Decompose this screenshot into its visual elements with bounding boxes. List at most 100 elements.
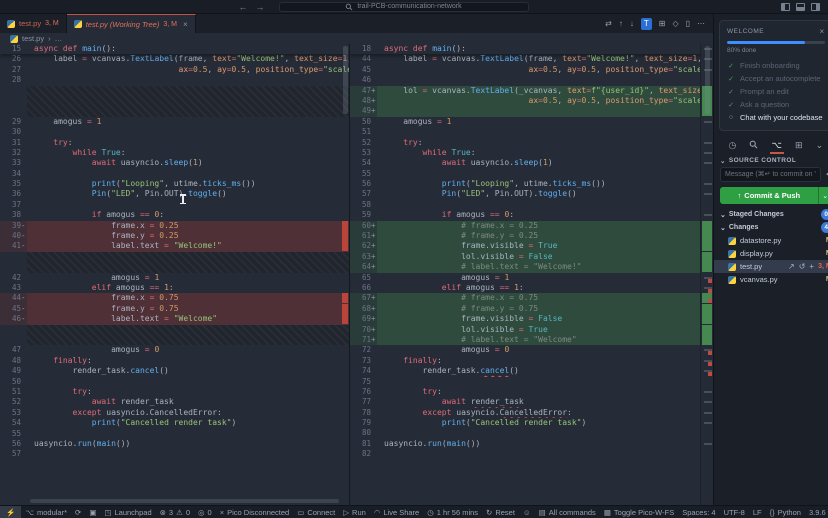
code-line[interactable]: 69+ frame.visible = False bbox=[350, 314, 713, 324]
problems-item[interactable]: ⊗3⚠0 bbox=[156, 506, 194, 518]
line-number[interactable]: 73 bbox=[350, 356, 377, 366]
chevron-down-icon[interactable]: ⌄ bbox=[813, 138, 827, 153]
line-number[interactable]: 55 bbox=[350, 169, 377, 179]
line-number[interactable]: 80 bbox=[350, 428, 377, 438]
code-text[interactable]: frame.y = 0.25 bbox=[27, 231, 349, 241]
code-line[interactable]: 32 while True: bbox=[0, 148, 349, 158]
command-center-search[interactable]: trail-PCB-communication-network bbox=[279, 2, 529, 12]
code-line[interactable]: 81uasyncio.run(main()) bbox=[350, 439, 713, 449]
code-text[interactable] bbox=[27, 75, 349, 85]
close-icon[interactable]: × bbox=[183, 20, 188, 29]
code-text[interactable]: ax=0.5, ay=0.5, position_type="scale", x… bbox=[377, 65, 713, 75]
line-number[interactable]: 70+ bbox=[350, 325, 377, 335]
spaces-item[interactable]: Spaces: 4 bbox=[678, 506, 719, 518]
code-text[interactable]: async def main(): bbox=[377, 44, 713, 54]
code-line[interactable]: 47+ lol = vcanvas.TextLabel(_vcanvas, te… bbox=[350, 86, 713, 96]
line-number[interactable]: 46- bbox=[0, 314, 27, 324]
code-line[interactable]: 57 Pin("LED", Pin.OUT).toggle() bbox=[350, 189, 713, 199]
code-text[interactable]: print("Looping", utime.ticks_ms()) bbox=[377, 179, 713, 189]
code-text[interactable]: try: bbox=[377, 387, 713, 397]
line-number[interactable]: 57 bbox=[0, 449, 27, 459]
line-number[interactable]: 61+ bbox=[350, 231, 377, 241]
editor-tab[interactable]: test.py 3, M bbox=[0, 14, 67, 33]
line-number[interactable]: 41- bbox=[0, 241, 27, 251]
previous-change-icon[interactable]: ↑ bbox=[619, 18, 623, 30]
code-line[interactable]: 39- frame.x = 0.25 bbox=[0, 221, 349, 231]
scm-group-staged-changes[interactable]: ⌄ Staged Changes 0 bbox=[714, 208, 828, 221]
vertical-scrollbar-right[interactable] bbox=[705, 46, 710, 114]
code-line[interactable]: 18async def main(): bbox=[350, 44, 713, 54]
welcome-checklist-item[interactable]: ○ Chat with your codebase bbox=[727, 111, 825, 124]
code-line[interactable]: 73 finally: bbox=[350, 356, 713, 366]
line-number[interactable]: 72 bbox=[350, 345, 377, 355]
scm-group-changes[interactable]: ⌄ Changes 4 bbox=[714, 221, 828, 234]
inline-view-toggle-icon[interactable]: T bbox=[641, 18, 652, 30]
line-number[interactable]: 49+ bbox=[350, 106, 377, 116]
code-text[interactable]: Pin("LED", Pin.OUT).toggle() bbox=[377, 189, 713, 199]
line-number[interactable]: 65 bbox=[350, 273, 377, 283]
line-number[interactable]: 42 bbox=[0, 273, 27, 283]
code-text[interactable]: finally: bbox=[377, 356, 713, 366]
code-line[interactable]: 56uasyncio.run(main()) bbox=[0, 439, 349, 449]
more-actions-icon[interactable]: ⋯ bbox=[697, 18, 705, 30]
commit-options-chevron-icon[interactable]: ⌄ bbox=[818, 187, 828, 204]
line-number[interactable]: 48 bbox=[0, 356, 27, 366]
code-text[interactable]: await render_task bbox=[27, 397, 349, 407]
next-change-icon[interactable]: ↓ bbox=[630, 18, 634, 30]
source-control-icon[interactable]: ⌥ bbox=[769, 138, 785, 153]
pico-connect-item[interactable]: ▭Connect bbox=[293, 506, 339, 518]
line-number[interactable]: 18 bbox=[350, 44, 377, 54]
code-text[interactable]: label = vcanvas.TextLabel(frame, text="W… bbox=[377, 54, 713, 64]
remote-indicator[interactable]: ⚡ bbox=[0, 506, 21, 518]
extensions-icon[interactable]: ⊞ bbox=[792, 138, 806, 153]
welcome-checklist-item[interactable]: ✓ Prompt an edit bbox=[727, 85, 825, 98]
git-branch-item[interactable]: ⌥modular* bbox=[21, 506, 71, 518]
breadcrumb-more[interactable]: … bbox=[55, 34, 63, 43]
code-line[interactable]: 74 render_task.cancel() bbox=[350, 366, 713, 376]
line-number[interactable]: 54 bbox=[0, 418, 27, 428]
code-line[interactable]: 77 await render_task bbox=[350, 397, 713, 407]
code-line[interactable]: 63+ lol.visible = False bbox=[350, 252, 713, 262]
code-line[interactable]: 46 bbox=[350, 75, 713, 85]
code-line[interactable]: 49 render_task.cancel() bbox=[0, 366, 349, 376]
code-line[interactable]: 44 label = vcanvas.TextLabel(frame, text… bbox=[350, 54, 713, 64]
code-line[interactable]: 34 bbox=[0, 169, 349, 179]
code-line[interactable]: 51 bbox=[350, 127, 713, 137]
code-line[interactable]: 60+ # frame.x = 0.25 bbox=[350, 221, 713, 231]
compare-icon[interactable]: ⊞ bbox=[659, 18, 666, 30]
pico-board-icon[interactable]: ▣ bbox=[85, 506, 100, 518]
line-number[interactable]: 47 bbox=[0, 345, 27, 355]
pico-connection-item[interactable]: ×Pico Disconnected bbox=[216, 506, 294, 518]
scm-file-row[interactable]: display.py M bbox=[714, 247, 828, 260]
code-line[interactable]: 55 bbox=[0, 429, 349, 439]
breadcrumb[interactable]: test.py › … bbox=[0, 33, 713, 44]
code-line[interactable]: 31 try: bbox=[0, 138, 349, 148]
code-line[interactable]: 45- frame.y = 0.75 bbox=[0, 304, 349, 314]
code-text[interactable]: # frame.y = 0.75 bbox=[377, 304, 713, 314]
commit-message-input[interactable] bbox=[720, 167, 821, 182]
code-text[interactable]: print("Looping", utime.ticks_ms()) bbox=[27, 179, 349, 189]
line-number[interactable]: 48+ bbox=[350, 96, 377, 106]
code-text[interactable]: # frame.y = 0.25 bbox=[377, 231, 713, 241]
code-line[interactable]: 49+ bbox=[350, 106, 713, 116]
code-text[interactable] bbox=[377, 377, 713, 387]
line-number[interactable]: 55 bbox=[0, 429, 27, 439]
line-number[interactable]: 67+ bbox=[350, 293, 377, 303]
code-text[interactable]: while True: bbox=[377, 148, 713, 158]
line-number[interactable]: 53 bbox=[0, 408, 27, 418]
code-text[interactable]: try: bbox=[377, 138, 713, 148]
code-line[interactable]: 80 bbox=[350, 428, 713, 438]
split-editor-icon[interactable]: ▯ bbox=[686, 18, 690, 30]
code-text[interactable]: label.text = "Welcome!" bbox=[27, 241, 349, 251]
welcome-checklist-item[interactable]: ✓ Finish onboarding bbox=[727, 59, 825, 72]
code-line[interactable]: 41- label.text = "Welcome!" bbox=[0, 241, 349, 251]
code-line[interactable]: 28 bbox=[0, 75, 349, 85]
code-line[interactable]: 75 bbox=[350, 377, 713, 387]
code-text[interactable]: uasyncio.run(main()) bbox=[27, 439, 349, 449]
code-text[interactable] bbox=[377, 428, 713, 438]
code-text[interactable]: frame.y = 0.75 bbox=[27, 304, 349, 314]
line-number[interactable]: 35 bbox=[0, 179, 27, 189]
code-line[interactable]: 53 except uasyncio.CancelledError: bbox=[0, 408, 349, 418]
encoding-item[interactable]: UTF-8 bbox=[720, 506, 749, 518]
code-text[interactable] bbox=[377, 127, 713, 137]
